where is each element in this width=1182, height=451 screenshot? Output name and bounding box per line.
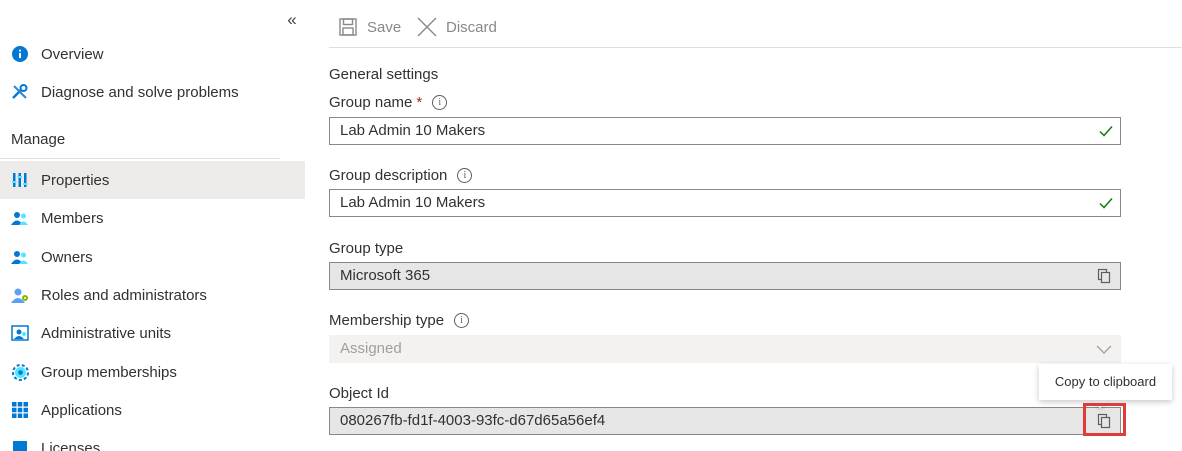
sidebar-item-label: Group memberships	[41, 363, 177, 381]
info-icon[interactable]: i	[432, 94, 448, 110]
discard-label: Discard	[446, 18, 497, 36]
sidebar-item-admin-units[interactable]: Administrative units	[0, 314, 305, 352]
license-icon	[11, 439, 29, 451]
roles-icon	[11, 286, 29, 304]
sidebar-item-label: Overview	[41, 45, 104, 63]
sidebar-item-label: Owners	[41, 248, 93, 266]
sidebar: « Overview Diagnose and solve problems M…	[0, 0, 305, 451]
sidebar-divider	[0, 158, 280, 159]
group-name-label-text: Group name	[329, 93, 413, 111]
owners-icon	[11, 248, 29, 266]
required-mark: *	[416, 93, 423, 111]
command-bar: Save Discard	[329, 0, 1182, 48]
sidebar-item-diagnose[interactable]: Diagnose and solve problems	[0, 73, 305, 111]
group-type-label: Group type	[329, 239, 404, 257]
close-icon	[417, 17, 437, 37]
sidebar-item-label: Diagnose and solve problems	[41, 83, 239, 101]
group-type-field: Microsoft 365	[329, 262, 1121, 290]
grid-icon	[11, 401, 29, 419]
object-id-label: Object Id	[329, 384, 390, 402]
save-label: Save	[367, 18, 402, 36]
info-icon[interactable]: i	[457, 167, 473, 183]
sidebar-item-roles[interactable]: Roles and administrators	[0, 276, 305, 314]
sidebar-section-manage: Manage	[11, 131, 66, 148]
membership-type-label-text: Membership type	[329, 311, 445, 329]
group-name-label: Group name * i	[329, 92, 448, 112]
info-icon	[11, 45, 29, 63]
discard-button[interactable]: Discard	[417, 14, 497, 40]
save-icon	[338, 17, 358, 37]
group-description-label-text: Group description	[329, 166, 448, 184]
sidebar-item-label: Properties	[41, 171, 110, 189]
copy-tooltip: Copy to clipboard	[1039, 364, 1172, 400]
sidebar-item-owners[interactable]: Owners	[0, 238, 305, 276]
members-icon	[11, 209, 29, 227]
checkmark-icon	[1099, 126, 1113, 137]
save-button[interactable]: Save	[338, 14, 401, 40]
group-type-value: Microsoft 365	[340, 267, 431, 284]
group-name-value: Lab Admin 10 Makers	[340, 122, 486, 139]
membership-type-dropdown[interactable]: Assigned	[329, 335, 1121, 363]
checkmark-icon	[1099, 198, 1113, 209]
general-settings-heading: General settings	[329, 65, 439, 83]
sidebar-item-label: Roles and administrators	[41, 286, 207, 304]
properties-icon	[11, 171, 29, 189]
wrench-icon	[11, 83, 29, 101]
sidebar-item-label: Licenses	[41, 439, 101, 451]
sidebar-item-licenses[interactable]: Licenses	[0, 429, 305, 451]
info-icon[interactable]: i	[454, 312, 470, 328]
copy-button-highlight	[1083, 403, 1126, 436]
admin-units-icon	[11, 324, 29, 342]
gear-icon	[11, 363, 29, 381]
copy-icon[interactable]	[1096, 268, 1112, 284]
object-id-value: 080267fb-fd1f-4003-93fc-d67d65a56ef4	[340, 412, 606, 429]
group-description-label: Group description i	[329, 165, 473, 185]
collapse-sidebar-button[interactable]: «	[282, 10, 302, 30]
group-description-field[interactable]: Lab Admin 10 Makers	[329, 189, 1121, 217]
chevron-down-icon	[1096, 345, 1112, 354]
sidebar-item-members[interactable]: Members	[0, 199, 305, 237]
membership-type-value: Assigned	[340, 340, 402, 357]
sidebar-item-label: Administrative units	[41, 324, 172, 342]
object-id-field: 080267fb-fd1f-4003-93fc-d67d65a56ef4	[329, 407, 1121, 435]
membership-type-label: Membership type i	[329, 310, 470, 330]
sidebar-item-label: Applications	[41, 401, 122, 419]
group-description-value: Lab Admin 10 Makers	[340, 194, 486, 211]
sidebar-item-group-memberships[interactable]: Group memberships	[0, 353, 305, 391]
sidebar-item-label: Members	[41, 209, 104, 227]
sidebar-item-overview[interactable]: Overview	[0, 35, 305, 73]
sidebar-item-applications[interactable]: Applications	[0, 391, 305, 429]
sidebar-item-properties[interactable]: Properties	[0, 161, 305, 199]
group-name-field[interactable]: Lab Admin 10 Makers	[329, 117, 1121, 145]
